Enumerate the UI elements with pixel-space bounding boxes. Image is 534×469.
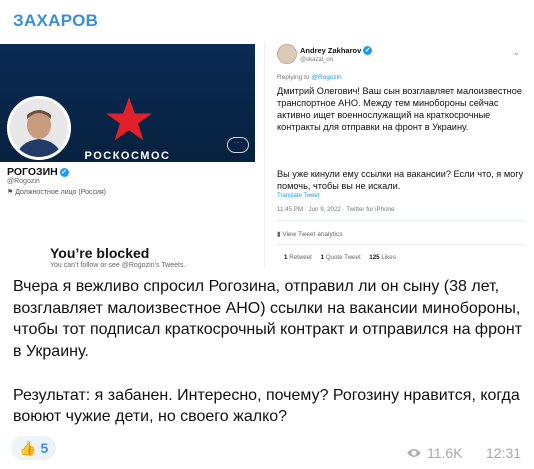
tweet-analytics: ▮ View Tweet analytics <box>277 231 343 238</box>
message-paragraph-1: Вчера я вежливо спросил Рогозина, отправ… <box>13 278 523 361</box>
flag-icon: ⚑ <box>7 189 16 196</box>
verified-icon: ✓ <box>363 46 373 55</box>
chevron-down-icon: ⌄ <box>513 48 520 57</box>
tweet-meta: 11:45 PM · Jun 9, 2022 · Twitter for iPh… <box>277 206 395 213</box>
message-paragraph-2: Результат: я забанен. Интересно, почему?… <box>13 386 520 426</box>
profile-handle: @Rogozin <box>7 178 40 185</box>
views-counter: 11.6K <box>406 445 463 461</box>
reaction-button[interactable]: 👍 5 <box>11 436 57 460</box>
more-button[interactable]: ··· <box>227 137 249 153</box>
tweet-author-name: Andrey Zakharov ✓ <box>300 46 373 55</box>
eye-icon <box>407 449 421 457</box>
thumbs-up-icon: 👍 <box>19 439 37 456</box>
message-time: 12:31 <box>486 445 522 461</box>
channel-name[interactable]: ЗАХАРОВ <box>13 11 98 31</box>
divider <box>277 244 525 245</box>
replying-to: Replying to @Rogozin <box>277 74 342 81</box>
message-text: Вчера я вежливо спросил Рогозина, отправ… <box>13 276 523 428</box>
star-icon <box>105 97 153 141</box>
tweet-avatar <box>277 44 297 64</box>
profile-name: РОГОЗИН ✓ <box>7 166 69 178</box>
tweet-author-handle: @skazal_on <box>300 57 334 63</box>
avatar <box>7 96 71 160</box>
divider <box>277 220 525 221</box>
tweet-body-1: Дмитрий Олегович! Ваш сын возглавляет ма… <box>277 86 522 133</box>
profile-role: ⚑ Должностное лицо (Россия) <box>7 189 107 196</box>
blocked-title: You’re blocked <box>50 245 150 261</box>
verified-icon: ✓ <box>59 168 69 177</box>
tweet-body-2: Вы уже кинули ему ссылки на вакансии? Ес… <box>277 169 524 192</box>
translate-link: Translate Tweet <box>277 193 320 199</box>
tweet-stats: 1 Retweet 1 Quote Tweet 125 Likes <box>284 254 396 261</box>
reaction-count: 5 <box>40 440 49 456</box>
blocked-subtitle: You can’t follow or see @Rogozin’s Tweet… <box>50 262 186 269</box>
